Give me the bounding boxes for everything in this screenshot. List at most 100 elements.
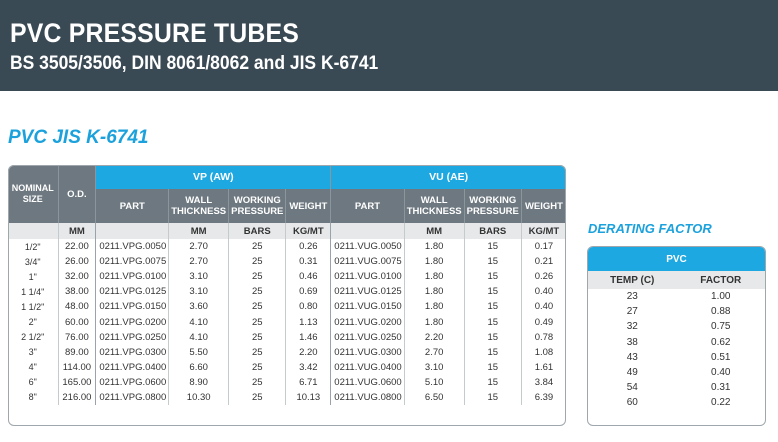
cell-size: 1 1/4": [21, 286, 45, 297]
unit-vp-weight: KG/MT: [285, 223, 331, 239]
cell-vu-wall: 1.80: [403, 314, 465, 330]
cell-size: 3": [28, 347, 37, 358]
cell-factor: 0.88: [711, 306, 731, 318]
cell-vu-bars: 15: [463, 269, 522, 285]
group-vp: VP (AW): [95, 165, 331, 189]
col-factor: FACTOR: [676, 271, 765, 289]
vu-col-weight: WEIGHT: [520, 189, 566, 223]
unit-vp-wall: MM: [168, 223, 229, 239]
vp-col-weight: WEIGHT: [285, 189, 331, 223]
cell-size: 6": [28, 377, 37, 388]
table-row: 6" 165.00 0211.VPG.0600 8.90 25 6.71 0211.VUG.…: [8, 374, 566, 390]
cell-vu-part: 0211.VUG.0300: [330, 344, 405, 360]
cell-vp-part: 0211.VPG.0400: [95, 359, 169, 375]
cell-vu-bars: 15: [463, 299, 522, 315]
cell-temp: 60: [626, 397, 638, 409]
cell-vp-part: 0211.VPG.0200: [95, 314, 169, 330]
cell-vu-part: 0211.VUG.0800: [330, 389, 405, 406]
cell-vp-bars: 25: [228, 389, 286, 406]
cell-vp-weight: 0.31: [285, 254, 331, 270]
page-subtitle: BS 3505/3506, DIN 8061/8062 and JIS K-67…: [10, 53, 379, 74]
cell-vu-weight: 6.39: [520, 389, 566, 406]
cell-factor: 0.31: [711, 382, 731, 394]
cell-size: 1 1/2": [21, 301, 45, 312]
cell-vp-wall: 2.70: [168, 239, 229, 255]
cell-vp-wall: 5.50: [168, 344, 229, 360]
col-temp: TEMP (C): [588, 271, 677, 289]
derating-row: 23 1.00: [588, 289, 765, 304]
cell-od: 114.00: [57, 359, 96, 375]
cell-vp-weight: 6.71: [285, 374, 331, 390]
group-vu: VU (AE): [330, 165, 566, 189]
unit-vu-weight: KG/MT: [520, 223, 566, 239]
cell-size: 2 1/2": [21, 332, 45, 343]
derating-row: 38 0.62: [588, 335, 765, 350]
table-row: 1" 32.00 0211.VPG.0100 3.10 25 0.46 0211.VUG.0…: [8, 269, 566, 285]
table-row: 3/4" 26.00 0211.VPG.0075 2.70 25 0.31 0211.VUG…: [8, 254, 566, 270]
cell-size: 2": [28, 317, 37, 328]
cell-vu-wall: 1.80: [403, 269, 465, 285]
cell-vu-wall: 6.50: [403, 389, 465, 406]
cell-factor: 0.62: [711, 336, 731, 348]
cell-vp-bars: 25: [228, 284, 286, 300]
cell-vp-part: 0211.VPG.0250: [95, 329, 169, 345]
cell-vu-bars: 15: [463, 239, 522, 255]
cell-vp-weight: 2.20: [285, 344, 331, 360]
cell-vu-part: 0211.VUG.0400: [330, 359, 405, 375]
cell-vp-weight: 10.13: [285, 389, 331, 406]
cell-vp-wall: 10.30: [168, 389, 229, 406]
cell-vu-weight: 0.49: [520, 314, 566, 330]
derating-title: DERATING FACTOR: [588, 221, 712, 236]
cell-vp-wall: 3.10: [168, 269, 229, 285]
cell-temp: 38: [626, 336, 638, 348]
cell-vu-weight: 0.78: [520, 329, 566, 345]
cell-vu-weight: 0.40: [520, 284, 566, 300]
cell-vu-wall: 1.80: [403, 254, 465, 270]
cell-vp-bars: 25: [228, 269, 286, 285]
table-row: 1 1/4" 38.00 0211.VPG.0125 3.10 25 0.69 0211.V…: [8, 284, 566, 300]
cell-factor: 1.00: [711, 291, 731, 303]
cell-vp-weight: 0.69: [285, 284, 331, 300]
vu-col-working: WORKING PRESSURE: [463, 189, 522, 223]
table-row: 2 1/2" 76.00 0211.VPG.0250 4.10 25 1.46 0211.V…: [8, 329, 566, 345]
cell-factor: 0.75: [711, 321, 731, 333]
cell-vu-bars: 15: [463, 284, 522, 300]
cell-vp-weight: 1.46: [285, 329, 331, 345]
cell-vp-bars: 25: [228, 254, 286, 270]
derating-row: 43 0.51: [588, 350, 765, 365]
cell-vp-wall: 6.60: [168, 359, 229, 375]
cell-od: 48.00: [57, 299, 96, 315]
cell-temp: 27: [626, 306, 638, 318]
cell-vu-bars: 15: [463, 314, 522, 330]
units-row: MM MM BARS KG/MT MM BARS KG/MT: [8, 223, 566, 239]
cell-vu-wall: 2.20: [403, 329, 465, 345]
cell-vu-bars: 15: [463, 374, 522, 390]
cell-od: 22.00: [57, 239, 96, 255]
cell-od: 60.00: [57, 314, 96, 330]
cell-vp-bars: 25: [228, 359, 286, 375]
cell-factor: 0.40: [711, 367, 731, 379]
vu-col-wall: WALL THICKNESS: [403, 189, 465, 223]
cell-vp-weight: 0.80: [285, 299, 331, 315]
table-row: 8" 216.00 0211.VPG.0800 10.30 25 10.13 0211.VU…: [8, 389, 566, 406]
col-od: O.D.: [57, 165, 96, 223]
vp-col-wall: WALL THICKNESS: [168, 189, 229, 223]
cell-temp: 43: [626, 351, 638, 363]
page-title: PVC PRESSURE TUBES: [10, 18, 300, 48]
cell-od: 26.00: [57, 254, 96, 270]
cell-vu-wall: 2.70: [403, 344, 465, 360]
cell-vu-weight: 0.21: [520, 254, 566, 270]
cell-vu-part: 0211.VUG.0100: [330, 269, 405, 285]
section-title: PVC JIS K-6741: [8, 127, 149, 148]
cell-vp-wall: 3.60: [168, 299, 229, 315]
cell-temp: 49: [626, 367, 638, 379]
cell-vp-wall: 3.10: [168, 284, 229, 300]
cell-od: 32.00: [57, 269, 96, 285]
cell-vp-weight: 0.46: [285, 269, 331, 285]
unit-vu-wall: MM: [403, 223, 465, 239]
cell-vp-part: 0211.VPG.0300: [95, 344, 169, 360]
cell-vu-part: 0211.VUG.0050: [330, 239, 405, 255]
cell-vu-weight: 1.61: [520, 359, 566, 375]
cell-vp-bars: 25: [228, 344, 286, 360]
header-banner: PVC PRESSURE TUBES BS 3505/3506, DIN 806…: [0, 0, 778, 91]
